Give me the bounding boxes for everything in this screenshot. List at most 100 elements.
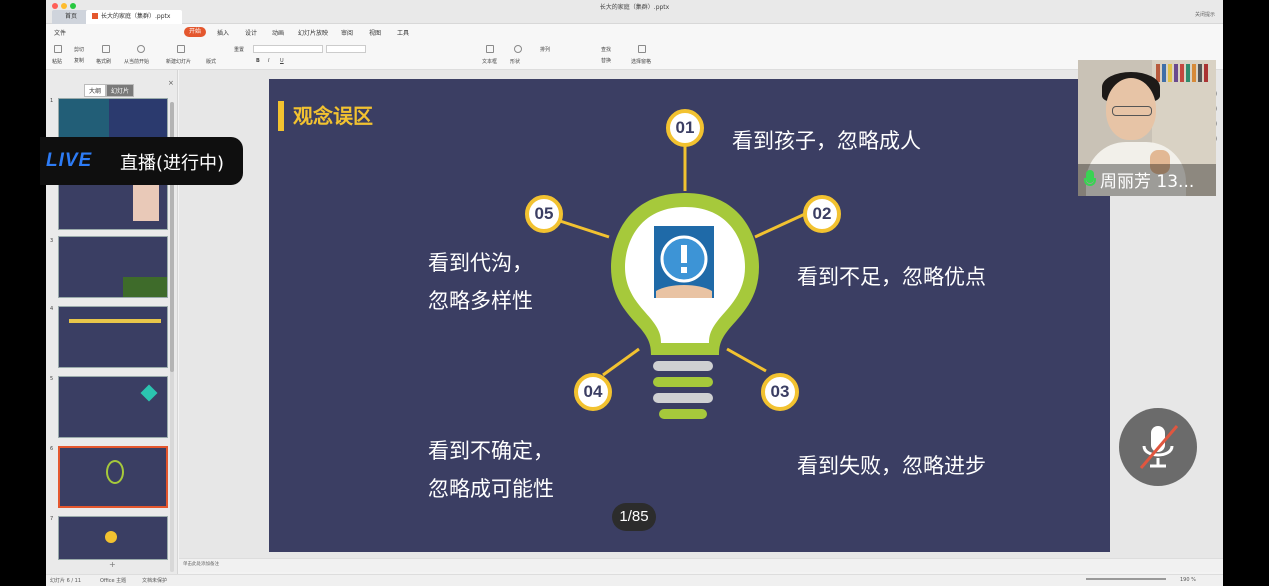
- font-name-select[interactable]: [253, 45, 323, 53]
- slide-thumbnail-selected[interactable]: [58, 446, 168, 508]
- live-status-text: 直播(进行中): [120, 153, 225, 174]
- point-badge: 04: [574, 373, 612, 411]
- book: [1192, 64, 1196, 82]
- page-counter: 1/85: [612, 503, 656, 531]
- menu-design[interactable]: 设计: [245, 28, 257, 37]
- menu-start[interactable]: 开始: [184, 27, 207, 37]
- menu-file[interactable]: 文件: [54, 28, 66, 37]
- notes-area[interactable]: 单击此处添加备注: [179, 558, 1223, 572]
- close-tip-link[interactable]: 关闭提示: [1195, 11, 1215, 18]
- copy-button[interactable]: 复制: [74, 57, 84, 64]
- pane-tabs: 大纲 幻灯片: [84, 78, 135, 97]
- tab-outline[interactable]: 大纲: [84, 84, 107, 97]
- italic-button[interactable]: I: [268, 58, 269, 64]
- underline-button[interactable]: U: [280, 58, 284, 64]
- window-title: 长大的家庭（集群）.pptx: [599, 4, 670, 11]
- slide-thumbnail[interactable]: [58, 376, 168, 438]
- menu-review[interactable]: 审阅: [341, 28, 353, 37]
- textbox-button[interactable]: 文本框: [482, 58, 497, 65]
- thumbnail-graphic: [140, 384, 158, 402]
- thumbnail-bulb: [106, 460, 124, 484]
- point-text: 看到不足，忽略优点: [797, 265, 986, 289]
- mute-button[interactable]: [1119, 408, 1197, 486]
- select-pane-icon[interactable]: [638, 45, 646, 53]
- bulb-base-ring: [653, 361, 713, 371]
- tab-home[interactable]: 首页: [52, 10, 90, 24]
- slide-thumbnail[interactable]: [58, 306, 168, 368]
- shape-icon[interactable]: [514, 45, 522, 53]
- presenter-glasses: [1112, 106, 1152, 116]
- paste-label[interactable]: 粘贴: [52, 58, 62, 65]
- textbox-icon[interactable]: [486, 45, 494, 53]
- tab-document[interactable]: 长大的家庭（集群）.pptx: [86, 10, 182, 24]
- book: [1204, 64, 1208, 82]
- ray-02: [754, 212, 806, 239]
- book: [1186, 64, 1190, 82]
- book: [1198, 64, 1202, 82]
- presenter-name: 周丽芳 13...: [1100, 172, 1195, 192]
- live-label: LIVE: [46, 150, 93, 171]
- tab-slides[interactable]: 幻灯片: [106, 84, 135, 97]
- slide-number: 1: [50, 98, 54, 104]
- slide-number: 3: [50, 238, 54, 244]
- document-protect[interactable]: 文档未保护: [142, 577, 167, 584]
- book: [1174, 64, 1178, 82]
- from-current-button[interactable]: 从当前开始: [124, 58, 149, 65]
- slide-number: 6: [50, 446, 54, 452]
- close-pane-icon[interactable]: ×: [168, 79, 174, 87]
- shape-button[interactable]: 形状: [510, 58, 520, 65]
- new-slide-button[interactable]: 新建幻灯片: [166, 58, 191, 65]
- format-painter-icon[interactable]: [102, 45, 110, 53]
- thumbnail-graphic: [105, 531, 117, 543]
- screen: 长大的家庭（集群）.pptx 首页 长大的家庭（集群）.pptx 关闭提示 文件…: [0, 0, 1269, 586]
- font-size-select[interactable]: [326, 45, 366, 53]
- exclamation-bar: [681, 245, 687, 263]
- zoom-slider[interactable]: [1086, 578, 1166, 580]
- find-button[interactable]: 查找: [601, 46, 611, 53]
- point-badge: 02: [803, 195, 841, 233]
- ray-05: [559, 219, 610, 239]
- theme-name: Office 主题: [100, 578, 127, 584]
- book: [1180, 64, 1184, 82]
- play-icon[interactable]: [137, 45, 145, 53]
- add-slide-icon[interactable]: +: [109, 560, 116, 569]
- point-text-line2: 忽略成可能性: [428, 477, 554, 501]
- exclamation-dot: [681, 267, 687, 273]
- ribbon-toolbar: 粘贴 剪切 复制 格式刷 从当前开始 新建幻灯片 版式 重置 B I U 文本框…: [46, 40, 1223, 70]
- menu-insert[interactable]: 插入: [217, 28, 229, 37]
- point-badge: 01: [666, 109, 704, 147]
- zoom-level[interactable]: 190 %: [1180, 577, 1196, 583]
- arrange-button[interactable]: 排列: [540, 46, 550, 53]
- menu-tools[interactable]: 工具: [397, 28, 409, 37]
- menu-bar: 文件 开始 插入 设计 动画 幻灯片放映 审阅 视图 工具: [46, 24, 1223, 40]
- reset-button[interactable]: 重置: [234, 46, 244, 53]
- ray-04: [602, 347, 640, 377]
- slide-thumbnail[interactable]: [58, 516, 168, 560]
- tab-document-label: 长大的家庭（集群）.pptx: [101, 13, 171, 20]
- thumbnail-photo: [133, 181, 159, 221]
- bulb-base-ring: [659, 409, 707, 419]
- bulb-base-ring: [653, 393, 713, 403]
- paste-icon[interactable]: [54, 45, 62, 53]
- menu-slideshow[interactable]: 幻灯片放映: [298, 28, 328, 37]
- live-status-badge: LIVE 直播(进行中): [40, 137, 243, 185]
- format-painter-button[interactable]: 格式刷: [96, 58, 111, 65]
- menu-view[interactable]: 视图: [369, 28, 381, 37]
- menu-animation[interactable]: 动画: [272, 28, 284, 37]
- bold-button[interactable]: B: [256, 58, 260, 64]
- slide-thumbnail[interactable]: [58, 236, 168, 298]
- select-pane-button[interactable]: 选择窗格: [631, 58, 651, 65]
- thumbnail-photo: [123, 277, 167, 297]
- slide-number: 7: [50, 516, 54, 522]
- ray-03: [726, 347, 767, 373]
- mic-off-icon: [1139, 425, 1179, 469]
- point-text-line1: 看到代沟，: [428, 251, 533, 275]
- new-slide-icon[interactable]: [177, 45, 185, 53]
- presenter-video[interactable]: 周丽芳 13...: [1078, 60, 1216, 196]
- point-text: 看到孩子，忽略成人: [732, 129, 921, 153]
- cut-button[interactable]: 剪切: [74, 46, 84, 53]
- layout-button[interactable]: 版式: [206, 58, 216, 65]
- replace-button[interactable]: 替换: [601, 57, 611, 64]
- point-text: 看到失败，忽略进步: [797, 454, 986, 478]
- thumbnail-graphic: [69, 319, 161, 323]
